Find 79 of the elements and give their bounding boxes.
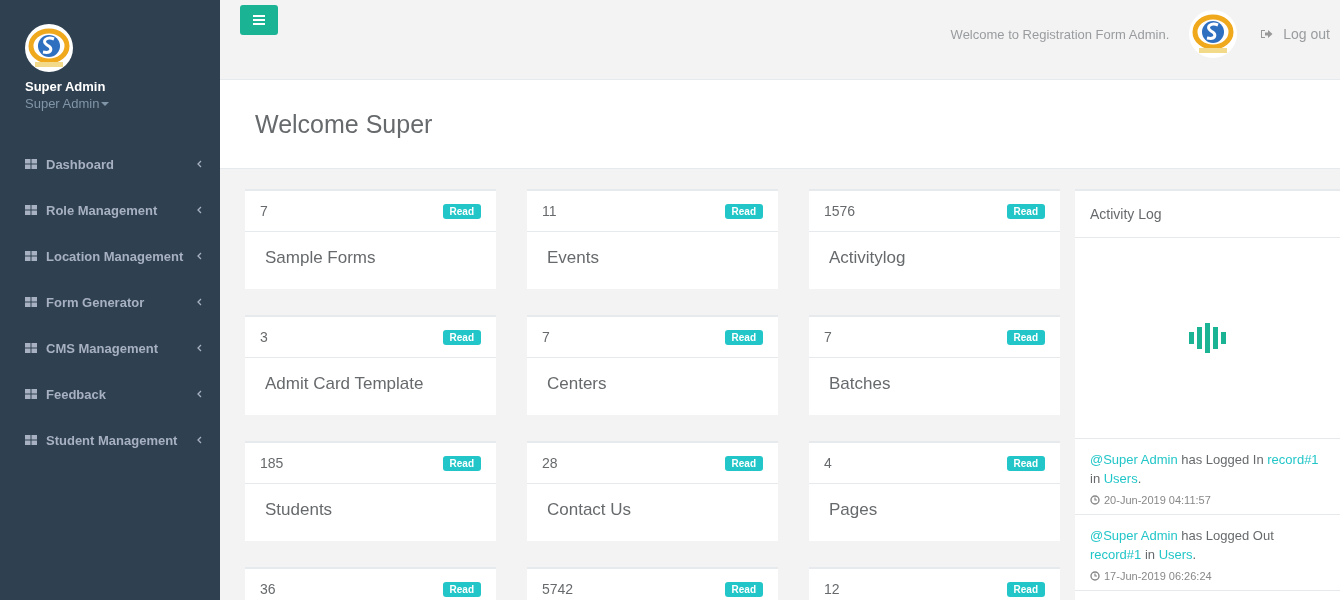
count-value: 12 — [824, 582, 840, 596]
count-value: 36 — [260, 582, 276, 596]
read-badge: Read — [1006, 203, 1045, 219]
card-label: Activitylog — [828, 247, 907, 269]
clock-icon — [1090, 571, 1100, 581]
card-label: Events — [546, 247, 600, 269]
card-label: Admit Card Template — [264, 373, 425, 395]
activity-entry-text: @Super Admin has Logged In record#1 in Users. — [1090, 451, 1320, 488]
chevron-left-icon — [196, 252, 202, 260]
grid-icon — [25, 389, 37, 399]
grid-icon — [25, 205, 37, 215]
read-badge: Read — [442, 203, 481, 219]
page-title: Welcome Super — [255, 109, 433, 139]
read-badge: Read — [1006, 581, 1045, 597]
read-badge: Read — [1006, 455, 1045, 471]
count-value: 7 — [824, 330, 832, 344]
grid-icon — [25, 297, 37, 307]
sidebar-item[interactable]: Student Management — [0, 417, 220, 463]
chevron-left-icon — [196, 436, 202, 444]
record-link[interactable]: record#1 — [1090, 547, 1142, 562]
card-label: Centers — [546, 373, 608, 395]
count-value: 7 — [542, 330, 550, 344]
caret-icon — [101, 101, 110, 106]
sidebar-item[interactable]: Form Generator — [0, 279, 220, 325]
grid-icon — [25, 343, 37, 353]
count-value: 3 — [260, 330, 268, 344]
sign-out-icon — [1261, 29, 1274, 39]
chevron-left-icon — [196, 206, 202, 214]
card-label: Pages — [828, 499, 879, 521]
chevron-left-icon — [196, 160, 202, 168]
read-badge: Read — [442, 329, 481, 345]
table-link[interactable]: Users — [1103, 471, 1138, 486]
timestamp: 20-Jun-2019 04:11:57 — [1104, 494, 1211, 506]
sidebar-item[interactable]: CMS Management — [0, 325, 220, 371]
clock-icon — [1090, 495, 1100, 505]
profile-role-dropdown[interactable]: Super Admin — [25, 96, 110, 111]
chevron-left-icon — [196, 390, 202, 398]
count-value: 28 — [542, 456, 558, 470]
count-value: 1576 — [824, 204, 856, 218]
card-label: Sample Forms — [264, 247, 377, 269]
grid-icon — [25, 435, 37, 445]
sidebar-item[interactable]: Role Management — [0, 187, 220, 233]
chevron-left-icon — [196, 298, 202, 306]
user-link[interactable]: @Super Admin — [1090, 528, 1178, 543]
grid-icon — [25, 159, 37, 169]
count-value: 11 — [542, 204, 557, 218]
logo-icon — [25, 24, 73, 72]
read-badge: Read — [724, 329, 763, 345]
menu-button[interactable] — [240, 5, 278, 35]
sidebar-item[interactable]: Feedback — [0, 371, 220, 417]
grid-icon — [25, 251, 37, 261]
loader-icon — [1188, 323, 1227, 353]
read-badge: Read — [724, 203, 763, 219]
logout-link[interactable]: Log out — [1237, 26, 1340, 42]
activity-entry-text: @Super Admin has Logged Out record#1 in Users. — [1090, 527, 1275, 564]
welcome-message: Welcome to Registration Form Admin. — [950, 26, 1170, 42]
record-link[interactable]: record#1 — [1267, 452, 1319, 467]
count-value: 4 — [824, 456, 832, 470]
read-badge: Read — [724, 455, 763, 471]
menu-icon — [253, 15, 265, 25]
logo-icon — [1189, 10, 1238, 58]
card-label: Batches — [828, 373, 892, 395]
count-value: 185 — [260, 456, 284, 470]
timestamp: 17-Jun-2019 06:26:24 — [1104, 570, 1212, 582]
count-value: 7 — [260, 204, 268, 218]
read-badge: Read — [1006, 329, 1045, 345]
user-link[interactable]: @Super Admin — [1090, 452, 1178, 467]
panel-title: Activity Log — [1075, 191, 1340, 238]
sidebar-item[interactable]: Dashboard — [0, 141, 220, 187]
chevron-left-icon — [196, 344, 202, 352]
card-label: Contact Us — [546, 499, 633, 521]
card-label: Students — [264, 499, 334, 521]
read-badge: Read — [724, 581, 763, 597]
read-badge: Read — [442, 581, 481, 597]
sidebar-item[interactable]: Location Management — [0, 233, 220, 279]
read-badge: Read — [442, 455, 481, 471]
profile-name: Super Admin — [25, 79, 107, 94]
table-link[interactable]: Users — [1158, 547, 1193, 562]
count-value: 5742 — [542, 582, 574, 596]
